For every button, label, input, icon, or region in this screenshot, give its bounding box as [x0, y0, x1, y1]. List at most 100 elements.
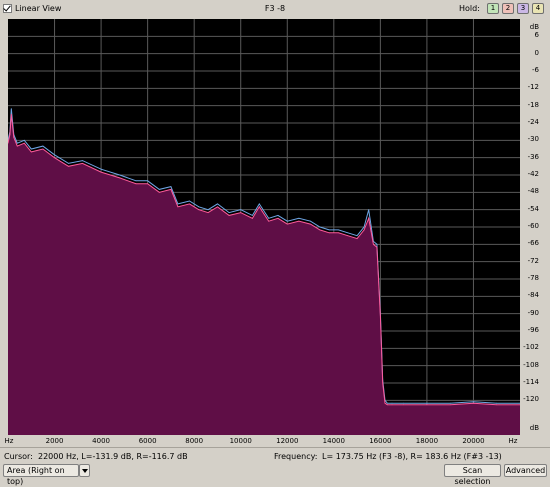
y-tick-label: 0	[519, 49, 539, 57]
data-point	[198, 209, 199, 210]
y-tick-label: -60	[519, 222, 539, 230]
data-point	[310, 221, 311, 222]
data-point	[450, 404, 451, 405]
data-point	[259, 206, 260, 207]
status-row: Cursor: 22000 Hz, L=-131.9 dB, R=-116.7 …	[0, 451, 550, 465]
y-tick-label: -36	[519, 153, 539, 161]
y-tick-label: -114	[519, 378, 539, 386]
data-point	[43, 146, 44, 147]
dropdown-arrow-button[interactable]	[79, 464, 90, 477]
y-tick-label: -66	[519, 239, 539, 247]
data-point	[17, 146, 18, 147]
data-point	[136, 183, 137, 184]
x-tick-label: 8000	[174, 437, 214, 445]
data-point	[496, 403, 497, 404]
spectrum-area	[8, 114, 520, 435]
data-point	[171, 189, 172, 190]
data-point	[310, 224, 311, 225]
data-point	[178, 204, 179, 205]
x-tick-label: 10000	[221, 437, 261, 445]
x-unit-label-left: Hz	[2, 437, 16, 445]
x-tick-label: 4000	[81, 437, 121, 445]
hold-button-4[interactable]: 4	[532, 3, 544, 14]
data-point	[299, 218, 300, 219]
x-unit-label-right: Hz	[506, 437, 520, 445]
data-point	[147, 180, 148, 181]
y-tick-label: -72	[519, 257, 539, 265]
data-point	[364, 227, 365, 228]
y-tick-label: -42	[519, 170, 539, 178]
chevron-down-icon	[82, 469, 88, 473]
x-tick-label: 16000	[360, 437, 400, 445]
y-tick-label: -48	[519, 187, 539, 195]
data-point	[11, 108, 12, 109]
data-point	[136, 180, 137, 181]
data-point	[268, 218, 269, 219]
data-point	[320, 230, 321, 231]
x-tick-label: 12000	[267, 437, 307, 445]
y-tick-label: -90	[519, 309, 539, 317]
data-point	[229, 215, 230, 216]
data-point	[373, 244, 374, 245]
data-point	[347, 235, 348, 236]
data-point	[159, 192, 160, 193]
frequency-label: Frequency:	[274, 452, 317, 461]
spectrum-plot[interactable]	[8, 19, 520, 435]
data-point	[252, 218, 253, 219]
data-point	[101, 169, 102, 170]
hold-button-3[interactable]: 3	[517, 3, 529, 14]
data-point	[13, 137, 14, 138]
y-tick-label: 6	[519, 31, 539, 39]
data-point	[368, 218, 369, 219]
data-point	[54, 157, 55, 158]
data-point	[320, 227, 321, 228]
data-point	[403, 404, 404, 405]
y-tick-label: -30	[519, 135, 539, 143]
data-point	[240, 209, 241, 210]
data-point	[68, 163, 69, 164]
data-point	[259, 204, 260, 205]
data-point	[10, 134, 11, 135]
data-point	[377, 247, 378, 248]
data-point	[338, 230, 339, 231]
data-point	[329, 232, 330, 233]
data-point	[387, 403, 388, 404]
data-point	[427, 403, 428, 404]
x-tick-label: 14000	[314, 437, 354, 445]
hold-button-1[interactable]: 1	[487, 3, 499, 14]
data-point	[24, 143, 25, 144]
y-tick-label: -108	[519, 361, 539, 369]
y-tick-label: -120	[519, 395, 539, 403]
data-point	[178, 206, 179, 207]
data-point	[198, 206, 199, 207]
x-tick-label: 20000	[453, 437, 493, 445]
hold-button-2[interactable]: 2	[502, 3, 514, 14]
frequency-value: L= 173.75 Hz (F3 -8), R= 183.6 Hz (F#3 -…	[322, 452, 502, 461]
data-point	[217, 204, 218, 205]
data-point	[287, 224, 288, 225]
data-point	[287, 221, 288, 222]
data-point	[17, 143, 18, 144]
data-point	[347, 232, 348, 233]
data-point	[171, 186, 172, 187]
data-point	[377, 244, 378, 245]
data-point	[24, 140, 25, 141]
cursor-label: Cursor:	[4, 452, 33, 461]
data-point	[31, 149, 32, 150]
data-point	[496, 404, 497, 405]
x-tick-label: 2000	[35, 437, 75, 445]
title-bar: Linear View F3 -8 Hold: 1 2 3 4	[0, 0, 550, 18]
data-point	[101, 172, 102, 173]
y-tick-label: -54	[519, 205, 539, 213]
data-point	[385, 403, 386, 404]
y-tick-label: -12	[519, 83, 539, 91]
data-point	[278, 215, 279, 216]
advanced-button[interactable]: Advanced	[504, 464, 547, 477]
scan-selection-button[interactable]: Scan selection	[444, 464, 501, 477]
data-point	[208, 212, 209, 213]
data-point	[208, 209, 209, 210]
area-dropdown[interactable]: Area (Right on top)	[3, 464, 79, 477]
y-tick-label: -84	[519, 291, 539, 299]
data-point	[31, 152, 32, 153]
data-point	[82, 160, 83, 161]
